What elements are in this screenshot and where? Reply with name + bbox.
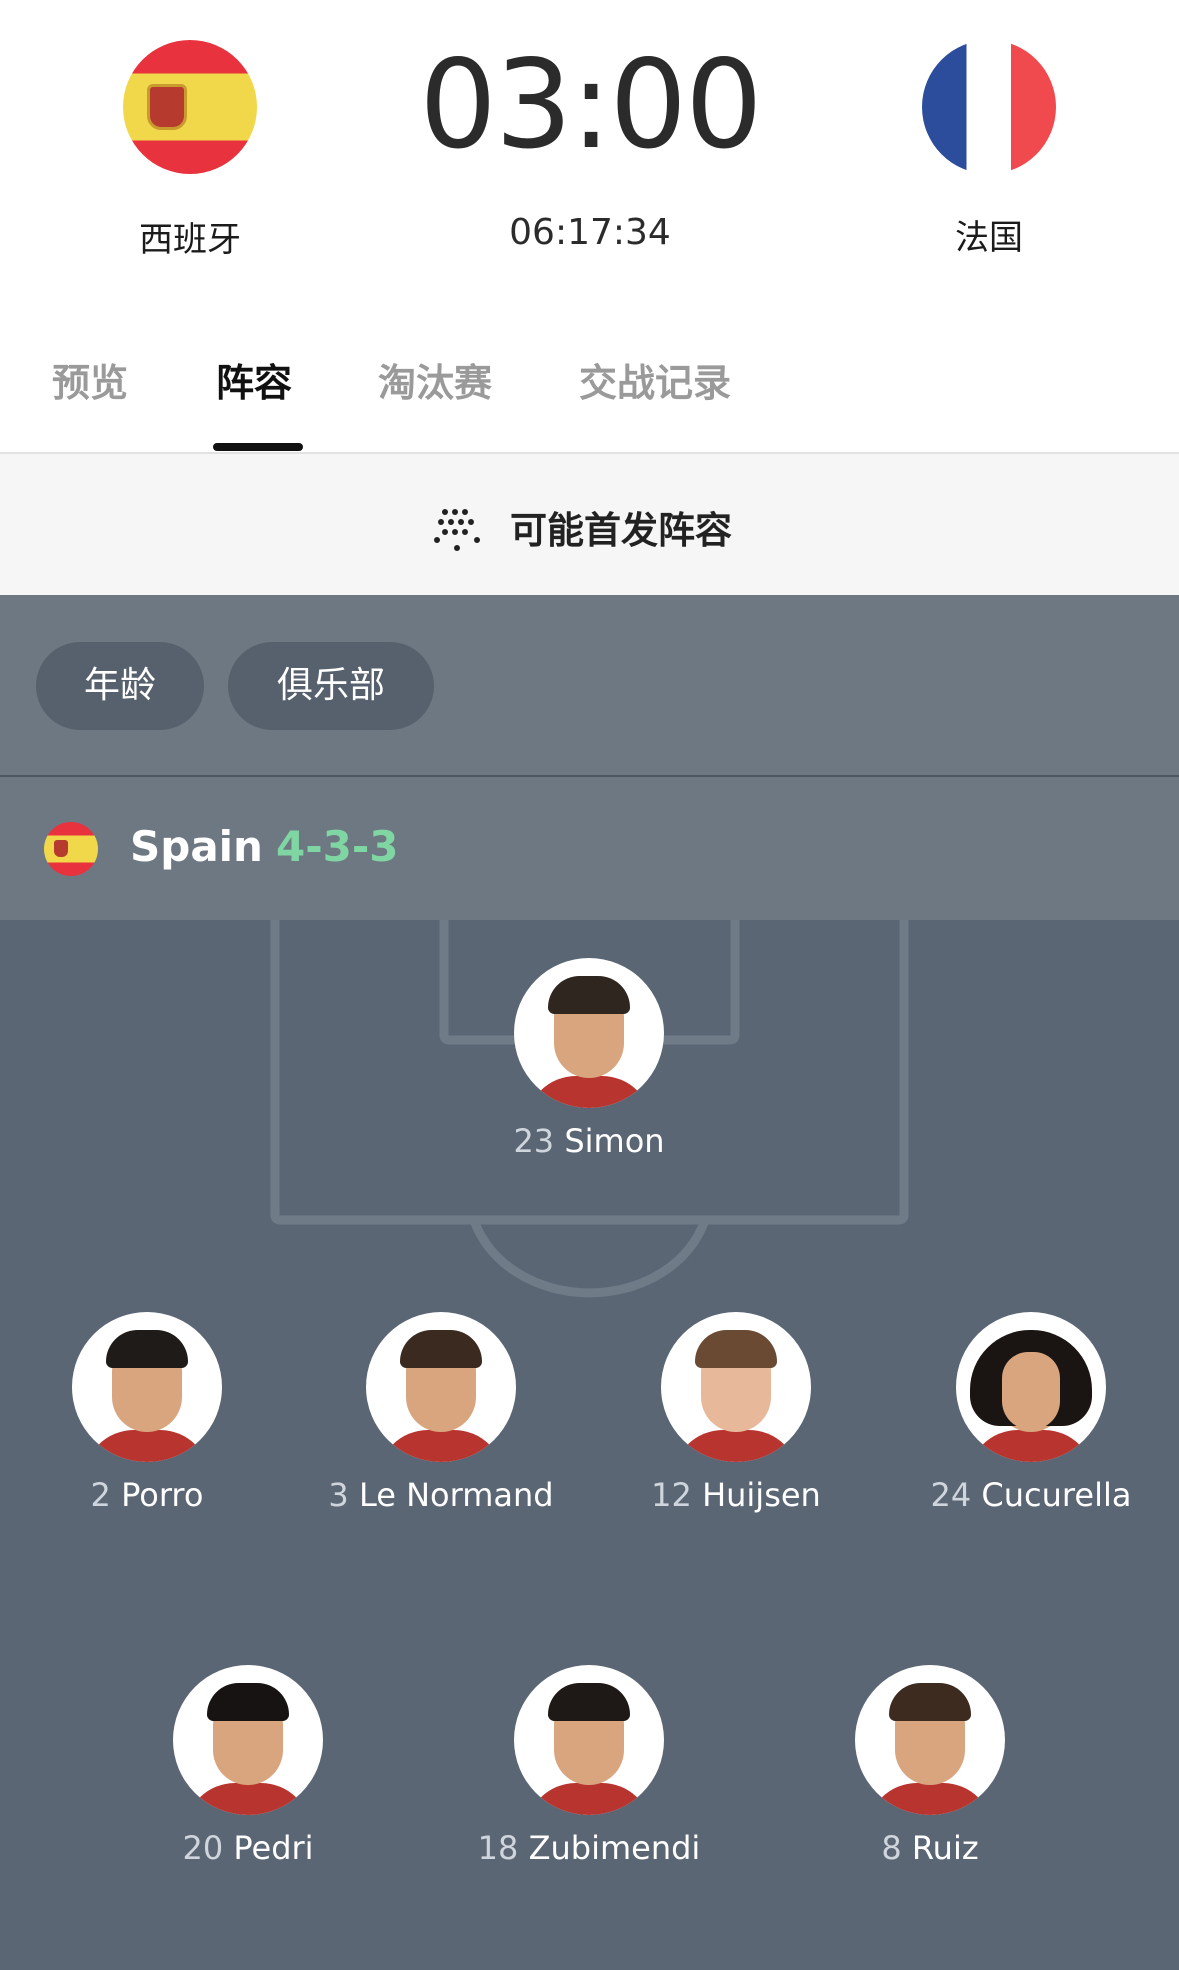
player-name: Ruiz [911,1829,979,1867]
player-number: 8 [881,1829,902,1867]
formation-dots-icon [434,509,480,551]
player-label: 8 Ruiz [785,1829,1075,1867]
tab-bar: 预览 阵容 淘汰赛 交战记录 [0,352,1179,412]
filter-club-chip[interactable]: 俱乐部 [228,642,434,730]
player-avatar [514,1665,664,1815]
player-number: 18 [477,1829,519,1867]
tab-knockout[interactable]: 淘汰赛 [378,352,492,407]
kickoff-time: 03:00 [419,34,763,176]
player-name: Le Normand [358,1476,554,1514]
filter-age-chip[interactable]: 年龄 [36,642,204,730]
player-label: 3 Le Normand [296,1476,586,1514]
spain-mini-flag-icon [44,822,98,876]
match-header: 西班牙 03:00 06:17:34 法国 预览 阵容 淘汰赛 交战记录 [0,0,1179,452]
tab-lineup[interactable]: 阵容 [216,352,292,407]
away-team-name[interactable]: 法国 [889,210,1089,259]
player-number: 2 [90,1476,111,1514]
player-label: 23 Simon [444,1122,734,1160]
lineup-banner-label: 可能首发阵容 [510,509,732,552]
player-label: 24 Cucurella [886,1476,1176,1514]
player-number: 12 [651,1476,692,1514]
player-avatar [72,1312,222,1462]
player-name: Zubimendi [528,1829,701,1867]
player-name: Simon [564,1122,665,1160]
player-number: 20 [182,1829,224,1867]
player-label: 18 Zubimendi [444,1829,734,1867]
player-card[interactable]: 20 Pedri [103,1665,393,1867]
player-number: 23 [513,1122,555,1160]
lineup-formation: 4-3-3 [276,822,399,871]
player-card[interactable]: 8 Ruiz [785,1665,1075,1867]
player-avatar [956,1312,1106,1462]
player-label: 20 Pedri [103,1829,393,1867]
player-label: 12 Huijsen [591,1476,881,1514]
spain-flag-icon[interactable] [123,40,257,174]
france-flag-icon[interactable] [922,40,1056,174]
player-name: Pedri [233,1829,314,1867]
player-card[interactable]: 23 Simon [444,958,734,1160]
home-team-name[interactable]: 西班牙 [90,212,290,261]
player-avatar [173,1665,323,1815]
tab-preview[interactable]: 预览 [52,352,128,407]
player-label: 2 Porro [2,1476,292,1514]
player-avatar [661,1312,811,1462]
player-avatar [514,958,664,1108]
player-number: 24 [930,1476,972,1514]
tab-head-to-head[interactable]: 交战记录 [579,352,731,407]
player-number: 3 [328,1476,349,1514]
countdown-timer: 06:17:34 [509,212,671,253]
player-name: Cucurella [981,1476,1132,1514]
player-avatar [855,1665,1005,1815]
player-card[interactable]: 3 Le Normand [296,1312,586,1514]
player-card[interactable]: 18 Zubimendi [444,1665,734,1867]
player-card[interactable]: 12 Huijsen [591,1312,881,1514]
player-avatar [366,1312,516,1462]
player-card[interactable]: 2 Porro [2,1312,292,1514]
lineup-team-name: Spain [130,822,263,871]
active-tab-indicator [213,443,303,451]
player-name: Porro [121,1476,204,1514]
player-card[interactable]: 24 Cucurella [886,1312,1176,1514]
player-name: Huijsen [702,1476,821,1514]
pitch: 23 Simon 2 Porro 3 Le Normand 12 Huijsen… [0,920,1179,1970]
